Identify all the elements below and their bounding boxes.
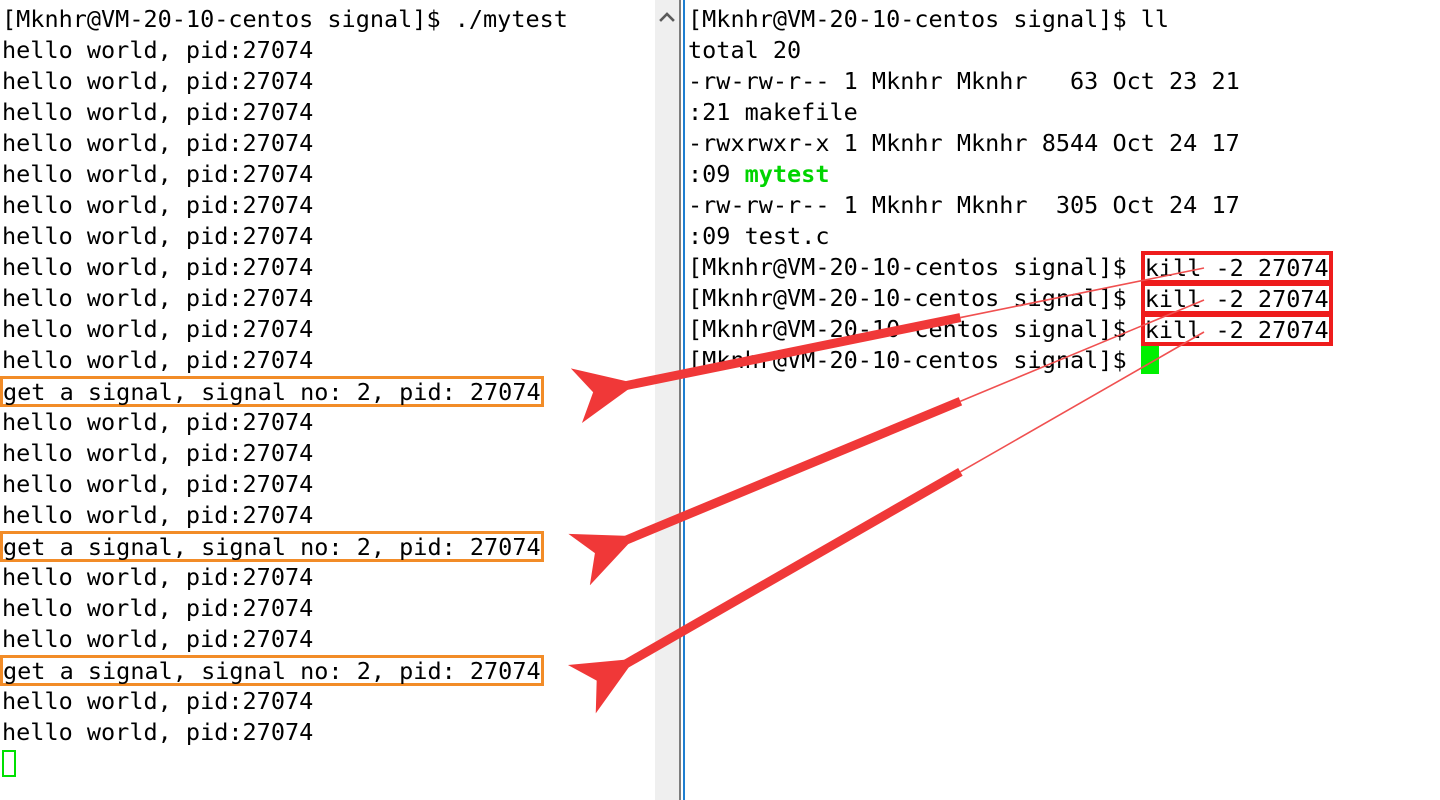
terminal-output-line: hello world, pid:27074	[2, 687, 314, 715]
signal-highlight-box: get a signal, signal no: 2, pid: 27074	[0, 655, 544, 686]
shell-prompt: [Mknhr@VM-20-10-centos signal]$	[688, 346, 1141, 374]
terminal-line	[2, 748, 568, 779]
terminal-output-line: hello world, pid:27074	[2, 253, 314, 281]
terminal-output-line: :09 test.c	[688, 222, 830, 250]
terminal-line: get a signal, signal no: 2, pid: 27074	[0, 376, 568, 407]
terminal-prompt-line: [Mknhr@VM-20-10-centos signal]$ kill -2 …	[688, 282, 1333, 315]
terminal-output-line: hello world, pid:27074	[2, 222, 314, 250]
listing-timestamp: :09	[688, 160, 745, 188]
terminal-output-line: hello world, pid:27074	[2, 191, 314, 219]
terminal-output-line: :09 mytest	[688, 159, 1333, 190]
terminal-output-line: hello world, pid:27074	[2, 439, 314, 467]
terminal-output-line: hello world, pid:27074	[2, 594, 314, 622]
terminal-prompt-line: [Mknhr@VM-20-10-centos signal]$ ./mytest	[2, 5, 568, 33]
terminal-prompt-line: [Mknhr@VM-20-10-centos signal]$	[688, 345, 1333, 376]
terminal-output-line: hello world, pid:27074	[2, 563, 314, 591]
kill-command-box: kill -2 27074	[1140, 282, 1333, 315]
terminal-output-line: hello world, pid:27074	[2, 284, 314, 312]
vertical-scrollbar[interactable]	[655, 0, 679, 800]
terminal-prompt-line: [Mknhr@VM-20-10-centos signal]$ kill -2 …	[688, 251, 1333, 284]
terminal-prompt-line: [Mknhr@VM-20-10-centos signal]$ kill -2 …	[688, 313, 1333, 346]
terminal-line: get a signal, signal no: 2, pid: 27074	[0, 531, 568, 562]
pane-accent-line	[683, 0, 685, 800]
right-terminal-text[interactable]: [Mknhr@VM-20-10-centos signal]$ ll total …	[686, 0, 1333, 376]
terminal-output-line: hello world, pid:27074	[2, 315, 314, 343]
program-output-pane[interactable]: [Mknhr@VM-20-10-centos signal]$ ./mytest…	[0, 0, 655, 800]
terminal-output-line: hello world, pid:27074	[2, 625, 314, 653]
shell-command: ll	[1140, 5, 1170, 33]
left-terminal-text[interactable]: [Mknhr@VM-20-10-centos signal]$ ./mytest…	[0, 0, 568, 779]
executable-filename: mytest	[744, 160, 830, 188]
command-pane[interactable]: [Mknhr@VM-20-10-centos signal]$ ll total …	[686, 0, 1440, 800]
terminal-output-line: :21 makefile	[688, 98, 858, 126]
terminal-output-line: total 20	[688, 36, 802, 64]
terminal-cursor-active	[1140, 346, 1159, 374]
pane-divider[interactable]	[679, 0, 681, 800]
terminal-output-line: -rwxrwxr-x 1 Mknhr Mknhr 8544 Oct 24 17	[688, 129, 1240, 157]
kill-command-box: kill -2 27074	[1140, 313, 1333, 346]
terminal-output-line: -rw-rw-r-- 1 Mknhr Mknhr 63 Oct 23 21	[688, 67, 1240, 95]
terminal-output-line: hello world, pid:27074	[2, 408, 314, 436]
shell-prompt: [Mknhr@VM-20-10-centos signal]$	[688, 315, 1141, 343]
terminal-line: get a signal, signal no: 2, pid: 27074	[0, 655, 568, 686]
terminal-output-line: hello world, pid:27074	[2, 346, 314, 374]
kill-command-box: kill -2 27074	[1140, 251, 1333, 284]
shell-prompt: [Mknhr@VM-20-10-centos signal]$	[688, 5, 1141, 33]
terminal-cursor-unfocused	[2, 750, 16, 777]
terminal-output-line: hello world, pid:27074	[2, 98, 314, 126]
chevron-up-icon[interactable]	[655, 8, 679, 26]
terminal-output-line: hello world, pid:27074	[2, 718, 314, 746]
terminal-output-line: hello world, pid:27074	[2, 36, 314, 64]
terminal-output-line: hello world, pid:27074	[2, 67, 314, 95]
shell-prompt: [Mknhr@VM-20-10-centos signal]$	[688, 253, 1141, 281]
signal-highlight-box: get a signal, signal no: 2, pid: 27074	[0, 531, 544, 562]
terminal-output-line: hello world, pid:27074	[2, 129, 314, 157]
terminal-prompt-line: [Mknhr@VM-20-10-centos signal]$ ll	[688, 4, 1333, 35]
terminal-output-line: hello world, pid:27074	[2, 470, 314, 498]
signal-highlight-box: get a signal, signal no: 2, pid: 27074	[0, 376, 544, 407]
shell-prompt: [Mknhr@VM-20-10-centos signal]$	[688, 284, 1141, 312]
terminal-output-line: hello world, pid:27074	[2, 160, 314, 188]
terminal-output-line: -rw-rw-r-- 1 Mknhr Mknhr 305 Oct 24 17	[688, 191, 1240, 219]
terminal-output-line: hello world, pid:27074	[2, 501, 314, 529]
